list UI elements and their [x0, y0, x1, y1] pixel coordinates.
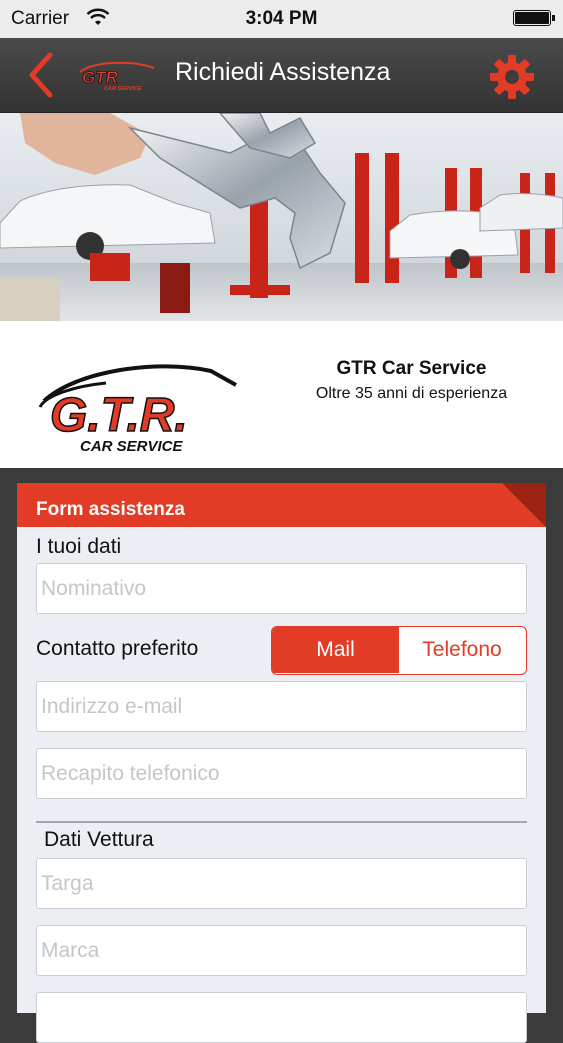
car-data-label: Dati Vettura — [44, 828, 154, 851]
phone-field[interactable]: Recapito telefonico — [36, 748, 527, 799]
assistance-form: Form assistenza I tuoi dati Nominativo C… — [17, 483, 546, 1043]
contact-option-phone[interactable]: Telefono — [399, 627, 525, 673]
company-tagline: Oltre 35 anni di esperienza — [315, 385, 508, 402]
contact-option-mail[interactable]: Mail — [272, 627, 399, 673]
battery-icon — [513, 10, 555, 26]
form-header: Form assistenza — [17, 483, 546, 527]
personal-data-label: I tuoi dati — [36, 535, 122, 558]
nav-logo-text: GTR — [82, 68, 119, 87]
nav-bar: GTR CAR SERVICE Richiedi Assistenza — [0, 38, 563, 113]
gear-icon — [490, 55, 534, 99]
car-brand-field[interactable]: Marca — [36, 925, 527, 976]
plate-field[interactable]: Targa — [36, 858, 527, 909]
brand-panel: G.T.R. CAR SERVICE GTR Car Service Oltre… — [0, 321, 563, 468]
back-button[interactable] — [24, 50, 60, 100]
plate-placeholder: Targa — [41, 872, 94, 895]
settings-button[interactable] — [488, 53, 536, 101]
nav-logo-subtext: CAR SERVICE — [104, 86, 142, 92]
contact-segmented-control: Mail Telefono — [271, 626, 527, 675]
page-title: Richiedi Assistenza — [175, 58, 391, 86]
corner-fold-decoration — [502, 483, 546, 527]
gtr-logo-subtext: CAR SERVICE — [80, 438, 184, 455]
name-placeholder: Nominativo — [41, 577, 147, 600]
email-field[interactable]: Indirizzo e-mail — [36, 681, 527, 732]
gtr-logo: G.T.R. CAR SERVICE — [38, 364, 237, 455]
phone-placeholder: Recapito telefonico — [41, 762, 220, 785]
preferred-contact-label: Contatto preferito — [36, 637, 199, 660]
company-name: GTR Car Service — [336, 358, 487, 379]
status-time: 3:04 PM — [245, 8, 318, 29]
car-brand-placeholder: Marca — [41, 939, 100, 962]
workshop-hero-image — [0, 113, 563, 321]
section-divider — [36, 821, 527, 823]
form-title: Form assistenza — [36, 499, 185, 520]
gtr-logo-text: G.T.R. — [50, 389, 188, 442]
status-bar: Carrier 3:04 PM — [0, 0, 563, 38]
chevron-left-icon — [29, 52, 53, 98]
name-field[interactable]: Nominativo — [36, 563, 527, 614]
nav-logo: GTR CAR SERVICE — [79, 61, 155, 92]
email-placeholder: Indirizzo e-mail — [41, 695, 183, 718]
